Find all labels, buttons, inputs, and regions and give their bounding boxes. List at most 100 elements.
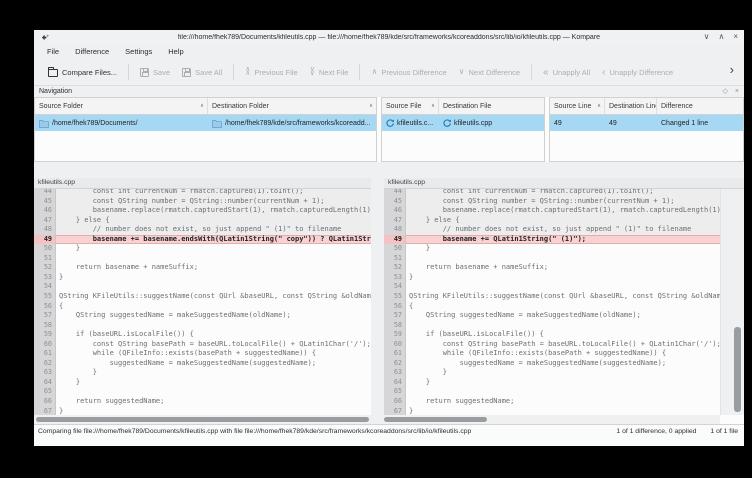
toolbar-overflow-icon[interactable]: › [730,62,734,77]
close-icon[interactable]: × [733,31,738,43]
maximize-icon[interactable]: ∧ [718,31,724,43]
code-text: } [406,407,720,415]
titlebar[interactable]: file:///home/fhek789/Documents/kfileutil… [34,30,744,44]
desktop-background: file:///home/fhek789/Documents/kfileutil… [0,0,752,478]
code-text: } [56,368,371,378]
code-line: 66 return suggestedName; [34,397,371,407]
line-number: 65 [34,387,56,397]
destination-horizontal-scrollbar[interactable] [384,415,720,424]
line-number: 67 [384,407,406,415]
menu-settings[interactable]: Settings [118,45,159,58]
source-horizontal-scrollbar[interactable] [34,415,371,424]
table-row[interactable]: 4949 Changed 1 line [550,115,743,131]
nav-group: Source Line∧Destination LineDifference49… [549,97,744,162]
next-difference-button[interactable]: ∨Next Difference [453,64,526,81]
code-text: { [406,302,720,312]
column-header-source-file[interactable]: Source File∧ [382,98,439,114]
line-number: 45 [34,197,56,207]
code-text: const QString basePath = baseURL.toLocal… [56,340,371,350]
code-text: return basename + nameSuffix; [56,263,371,273]
line-number: 58 [34,321,56,331]
destination-horizontal-scrollbar-thumb[interactable] [384,417,487,422]
unapply-difference-button[interactable]: ‹Unapply Difference [596,64,679,81]
source-code-lines: 44 const int currentNum = rmatch.capture… [34,189,371,415]
code-text: } else { [56,216,371,226]
line-number: 54 [34,282,56,292]
previous-difference-button[interactable]: ∧Previous Difference [365,64,452,81]
vertical-scrollbar[interactable] [720,189,744,415]
code-text: if (baseURL.isLocalFile()) { [56,330,371,340]
minimize-icon[interactable]: ∨ [704,31,710,43]
table-cell: 49 [550,115,605,131]
table-cell: kfileutils.cpp [439,115,544,131]
column-header-source-line[interactable]: Source Line∧ [550,98,605,114]
pane-splitter[interactable] [371,178,384,424]
dock-close-icon[interactable]: × [735,87,739,97]
code-line: 45 const QString number = QString::numbe… [384,197,720,207]
menu-file[interactable]: File [40,45,66,58]
column-header-destination-folder[interactable]: Destination Folder∧ [208,98,376,114]
compare-files-button[interactable]: Compare Files... [42,64,123,81]
window-title: file:///home/fhek789/Documents/kfileutil… [34,34,744,41]
sort-indicator-icon: ∧ [595,103,601,109]
table-cell-text: /home/fhek789/Documents/ [52,120,138,127]
code-text [56,282,371,292]
code-text: } else { [406,216,720,226]
code-line: 65 [384,387,720,397]
table-row[interactable]: kfileutils.c...kfileutils.cpp [382,115,544,131]
column-header-destination-file[interactable]: Destination File [439,98,544,114]
destination-code-area[interactable]: 44 const int currentNum = rmatch.capture… [384,189,720,415]
code-text: basename.replace(rmatch.capturedStart(1)… [406,206,720,216]
window-controls: ∨ ∧ × [704,31,738,43]
line-number: 50 [384,244,406,254]
menu-help[interactable]: Help [161,45,190,58]
nav-group: Source Folder∧Destination Folder∧/home/f… [34,97,377,162]
changed-code-line-destination: 49 basename += QLatin1String(" (1)"); [384,235,720,245]
line-number: 53 [384,273,406,283]
code-text: const QString number = QString::number(c… [56,197,371,207]
code-text [56,387,371,397]
toolbar-separator [359,64,360,80]
line-number: 57 [34,311,56,321]
horizontal-splitter[interactable] [34,162,744,178]
code-text: basename += QLatin1String(" (1)"); [406,235,720,245]
menu-difference[interactable]: Difference [68,45,116,58]
dock-float-icon[interactable]: ◇ [723,87,728,97]
column-header-difference[interactable]: Difference [657,98,743,114]
source-pane-filename: kfileutils.cpp [34,178,371,189]
line-number: 65 [384,387,406,397]
source-horizontal-scrollbar-thumb[interactable] [36,417,369,422]
source-code-area[interactable]: 44 const int currentNum = rmatch.capture… [34,189,371,415]
unapply-all-button[interactable]: «Unapply All [537,64,596,81]
column-header-source-folder[interactable]: Source Folder∧ [35,98,208,114]
code-line: 54 [34,282,371,292]
toolbar-button-label: Unapply All [553,68,591,77]
save-all-button[interactable]: Save All [176,64,228,81]
line-number: 61 [384,349,406,359]
line-number: 44 [34,189,56,197]
save-button[interactable]: Save [134,64,176,81]
kompare-window: file:///home/fhek789/Documents/kfileutil… [34,30,744,446]
code-line: 67} [384,407,720,415]
column-header-destination-line[interactable]: Destination Line [605,98,657,114]
line-number: 49 [384,235,406,245]
table-cell: 49 [605,115,657,131]
line-number: 54 [384,282,406,292]
toolbar: Compare Files... SaveSave All ∧∧Previous F… [34,59,744,86]
table-cell-text: Changed 1 line [661,120,708,127]
line-number: 48 [34,225,56,235]
code-text: basename.replace(rmatch.capturedStart(1)… [56,206,371,216]
app-icon [41,33,50,42]
next-file-button[interactable]: ∨∨Next File [304,64,355,81]
table-row[interactable]: /home/fhek789/Documents//home/fhek789/kd… [35,115,376,131]
code-line: 59 if (baseURL.isLocalFile()) { [34,330,371,340]
code-text: suggestedName = makeSuggestedName(sugges… [406,359,720,369]
previous-file-button[interactable]: ∧∧Previous File [239,64,303,81]
menubar: FileDifferenceSettingsHelp [34,44,744,59]
vertical-scrollbar-thumb[interactable] [734,327,741,412]
line-number: 44 [384,189,406,197]
code-line: 65 [34,387,371,397]
folder-icon [212,119,222,128]
line-number: 64 [34,378,56,388]
folder-icon [39,119,49,128]
